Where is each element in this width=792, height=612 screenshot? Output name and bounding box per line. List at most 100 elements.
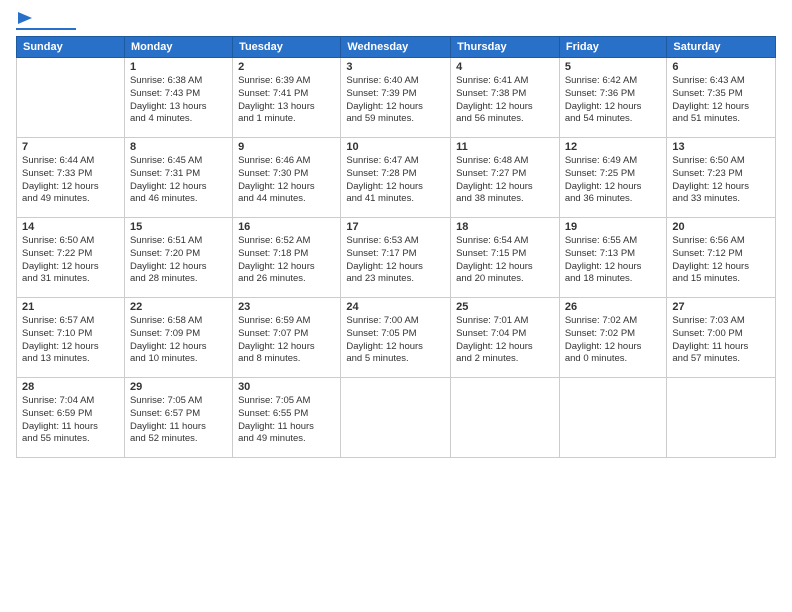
calendar-cell: 21 Sunrise: 6:57 AMSunset: 7:10 PMDayligh…	[17, 298, 125, 378]
day-number: 16	[238, 221, 335, 233]
day-number: 15	[130, 221, 227, 233]
day-number: 26	[565, 301, 662, 313]
day-info: Sunrise: 6:50 AMSunset: 7:22 PMDaylight:…	[22, 235, 119, 286]
day-number: 21	[22, 301, 119, 313]
day-number: 8	[130, 141, 227, 153]
weekday-header-saturday: Saturday	[667, 37, 776, 58]
calendar-cell: 27 Sunrise: 7:03 AMSunset: 7:00 PMDayligh…	[667, 298, 776, 378]
calendar-cell: 9 Sunrise: 6:46 AMSunset: 7:30 PMDaylight…	[233, 138, 341, 218]
calendar-cell: 23 Sunrise: 6:59 AMSunset: 7:07 PMDayligh…	[233, 298, 341, 378]
logo-underline	[16, 28, 76, 30]
day-number: 5	[565, 61, 662, 73]
day-number: 18	[456, 221, 554, 233]
calendar-cell	[341, 378, 451, 458]
page: SundayMondayTuesdayWednesdayThursdayFrid…	[0, 0, 792, 612]
weekday-header-monday: Monday	[124, 37, 232, 58]
calendar-cell: 25 Sunrise: 7:01 AMSunset: 7:04 PMDayligh…	[451, 298, 560, 378]
calendar-cell: 12 Sunrise: 6:49 AMSunset: 7:25 PMDayligh…	[559, 138, 667, 218]
day-number: 7	[22, 141, 119, 153]
day-number: 1	[130, 61, 227, 73]
day-number: 13	[672, 141, 770, 153]
day-info: Sunrise: 6:45 AMSunset: 7:31 PMDaylight:…	[130, 155, 227, 206]
day-number: 25	[456, 301, 554, 313]
day-info: Sunrise: 7:04 AMSunset: 6:59 PMDaylight:…	[22, 395, 119, 446]
day-info: Sunrise: 6:46 AMSunset: 7:30 PMDaylight:…	[238, 155, 335, 206]
calendar-cell: 18Sunrise: 6:54 AMSunset: 7:15 PMDayligh…	[451, 218, 560, 298]
calendar-cell: 29 Sunrise: 7:05 AMSunset: 6:57 PMDayligh…	[124, 378, 232, 458]
day-info: Sunrise: 6:43 AMSunset: 7:35 PMDaylight:…	[672, 75, 770, 126]
calendar-cell: 2 Sunrise: 6:39 AMSunset: 7:41 PMDaylight…	[233, 58, 341, 138]
weekday-header-friday: Friday	[559, 37, 667, 58]
calendar-cell: 8 Sunrise: 6:45 AMSunset: 7:31 PMDaylight…	[124, 138, 232, 218]
day-info: Sunrise: 7:01 AMSunset: 7:04 PMDaylight:…	[456, 315, 554, 366]
calendar-week-row: 7 Sunrise: 6:44 AMSunset: 7:33 PMDaylight…	[17, 138, 776, 218]
day-info: Sunrise: 6:55 AMSunset: 7:13 PMDaylight:…	[565, 235, 662, 286]
day-number: 2	[238, 61, 335, 73]
calendar-cell	[451, 378, 560, 458]
calendar-cell: 14 Sunrise: 6:50 AMSunset: 7:22 PMDayligh…	[17, 218, 125, 298]
day-info: Sunrise: 6:44 AMSunset: 7:33 PMDaylight:…	[22, 155, 119, 206]
day-info: Sunrise: 6:39 AMSunset: 7:41 PMDaylight:…	[238, 75, 335, 126]
calendar-cell	[667, 378, 776, 458]
day-info: Sunrise: 7:05 AMSunset: 6:57 PMDaylight:…	[130, 395, 227, 446]
calendar-cell: 15 Sunrise: 6:51 AMSunset: 7:20 PMDayligh…	[124, 218, 232, 298]
day-number: 23	[238, 301, 335, 313]
day-info: Sunrise: 7:03 AMSunset: 7:00 PMDaylight:…	[672, 315, 770, 366]
day-info: Sunrise: 6:56 AMSunset: 7:12 PMDaylight:…	[672, 235, 770, 286]
calendar-cell: 3 Sunrise: 6:40 AMSunset: 7:39 PMDaylight…	[341, 58, 451, 138]
calendar-week-row: 28Sunrise: 7:04 AMSunset: 6:59 PMDayligh…	[17, 378, 776, 458]
day-number: 27	[672, 301, 770, 313]
day-number: 19	[565, 221, 662, 233]
calendar-cell: 26 Sunrise: 7:02 AMSunset: 7:02 PMDayligh…	[559, 298, 667, 378]
calendar-cell: 1 Sunrise: 6:38 AMSunset: 7:43 PMDaylight…	[124, 58, 232, 138]
day-info: Sunrise: 6:51 AMSunset: 7:20 PMDaylight:…	[130, 235, 227, 286]
weekday-header-wednesday: Wednesday	[341, 37, 451, 58]
calendar-cell: 30 Sunrise: 7:05 AMSunset: 6:55 PMDayligh…	[233, 378, 341, 458]
calendar-week-row: 21 Sunrise: 6:57 AMSunset: 7:10 PMDayligh…	[17, 298, 776, 378]
day-number: 6	[672, 61, 770, 73]
logo-arrow-icon	[18, 10, 34, 26]
calendar-cell: 16Sunrise: 6:52 AMSunset: 7:18 PMDayligh…	[233, 218, 341, 298]
day-number: 29	[130, 381, 227, 393]
calendar-cell	[17, 58, 125, 138]
calendar-cell: 24 Sunrise: 7:00 AMSunset: 7:05 PMDayligh…	[341, 298, 451, 378]
day-number: 10	[346, 141, 445, 153]
calendar-week-row: 1 Sunrise: 6:38 AMSunset: 7:43 PMDaylight…	[17, 58, 776, 138]
day-number: 22	[130, 301, 227, 313]
day-info: Sunrise: 6:49 AMSunset: 7:25 PMDaylight:…	[565, 155, 662, 206]
calendar-cell: 19 Sunrise: 6:55 AMSunset: 7:13 PMDayligh…	[559, 218, 667, 298]
day-info: Sunrise: 6:48 AMSunset: 7:27 PMDaylight:…	[456, 155, 554, 206]
calendar-cell: 10Sunrise: 6:47 AMSunset: 7:28 PMDayligh…	[341, 138, 451, 218]
day-info: Sunrise: 6:57 AMSunset: 7:10 PMDaylight:…	[22, 315, 119, 366]
calendar-cell: 22 Sunrise: 6:58 AMSunset: 7:09 PMDayligh…	[124, 298, 232, 378]
day-number: 12	[565, 141, 662, 153]
day-info: Sunrise: 6:41 AMSunset: 7:38 PMDaylight:…	[456, 75, 554, 126]
calendar-cell: 11 Sunrise: 6:48 AMSunset: 7:27 PMDayligh…	[451, 138, 560, 218]
day-info: Sunrise: 6:40 AMSunset: 7:39 PMDaylight:…	[346, 75, 445, 126]
day-info: Sunrise: 7:00 AMSunset: 7:05 PMDaylight:…	[346, 315, 445, 366]
day-number: 3	[346, 61, 445, 73]
day-info: Sunrise: 6:38 AMSunset: 7:43 PMDaylight:…	[130, 75, 227, 126]
day-info: Sunrise: 7:05 AMSunset: 6:55 PMDaylight:…	[238, 395, 335, 446]
day-info: Sunrise: 6:58 AMSunset: 7:09 PMDaylight:…	[130, 315, 227, 366]
day-info: Sunrise: 6:53 AMSunset: 7:17 PMDaylight:…	[346, 235, 445, 286]
day-info: Sunrise: 6:59 AMSunset: 7:07 PMDaylight:…	[238, 315, 335, 366]
calendar-table: SundayMondayTuesdayWednesdayThursdayFrid…	[16, 36, 776, 458]
header	[16, 12, 776, 30]
day-number: 14	[22, 221, 119, 233]
calendar-cell: 28Sunrise: 7:04 AMSunset: 6:59 PMDayligh…	[17, 378, 125, 458]
day-number: 9	[238, 141, 335, 153]
day-info: Sunrise: 6:42 AMSunset: 7:36 PMDaylight:…	[565, 75, 662, 126]
day-info: Sunrise: 6:50 AMSunset: 7:23 PMDaylight:…	[672, 155, 770, 206]
calendar-cell: 4 Sunrise: 6:41 AMSunset: 7:38 PMDaylight…	[451, 58, 560, 138]
day-number: 30	[238, 381, 335, 393]
day-number: 17	[346, 221, 445, 233]
weekday-header-tuesday: Tuesday	[233, 37, 341, 58]
calendar-week-row: 14 Sunrise: 6:50 AMSunset: 7:22 PMDayligh…	[17, 218, 776, 298]
day-number: 4	[456, 61, 554, 73]
day-number: 24	[346, 301, 445, 313]
day-info: Sunrise: 7:02 AMSunset: 7:02 PMDaylight:…	[565, 315, 662, 366]
day-number: 11	[456, 141, 554, 153]
calendar-cell: 20Sunrise: 6:56 AMSunset: 7:12 PMDayligh…	[667, 218, 776, 298]
weekday-header-thursday: Thursday	[451, 37, 560, 58]
